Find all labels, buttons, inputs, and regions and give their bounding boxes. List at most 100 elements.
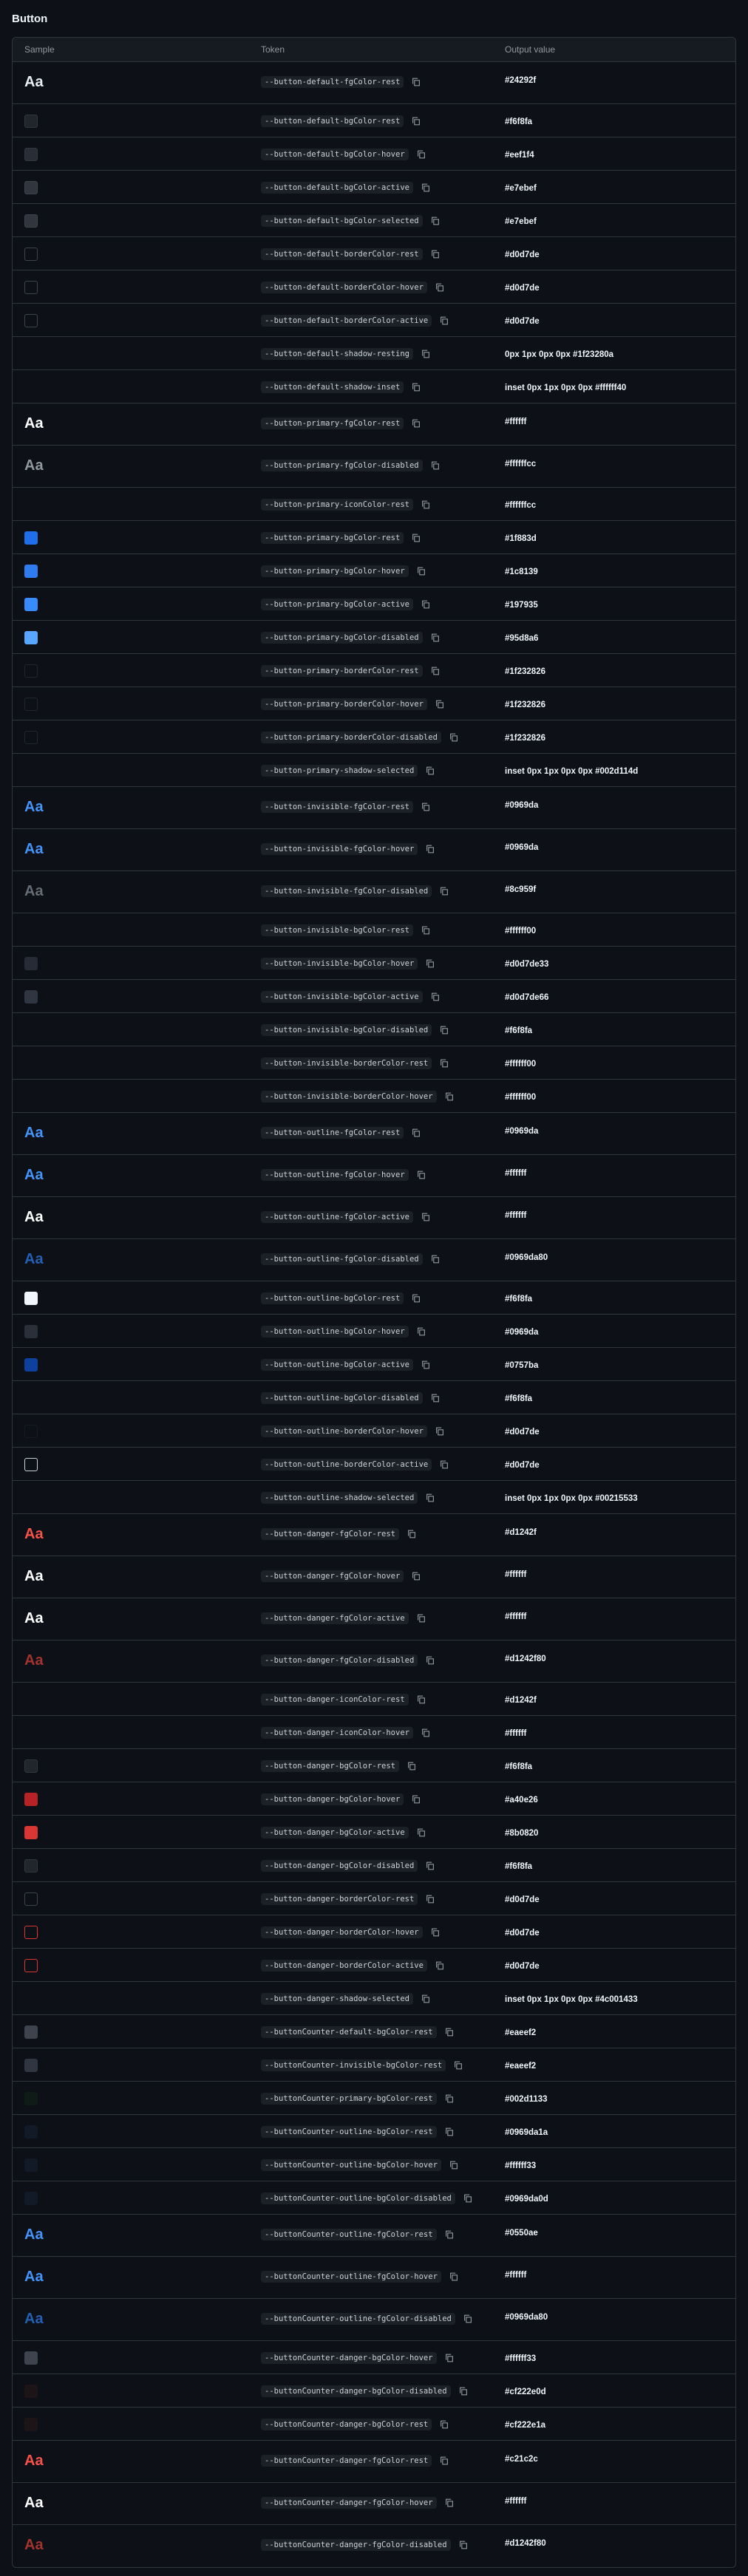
copy-icon[interactable] [421,1728,431,1738]
copy-icon[interactable] [411,382,421,392]
copy-icon[interactable] [425,1861,435,1871]
copy-icon[interactable] [444,2093,455,2104]
copy-icon[interactable] [416,149,426,160]
copy-icon[interactable] [449,732,459,743]
copy-icon[interactable] [421,1212,431,1222]
copy-icon[interactable] [425,1894,435,1904]
copy-icon[interactable] [407,1761,417,1771]
copy-icon[interactable] [439,1058,449,1069]
copy-icon[interactable] [449,2272,459,2282]
copy-icon[interactable] [430,249,441,259]
copy-icon[interactable] [444,2127,455,2137]
copy-icon[interactable] [421,349,431,359]
copy-icon[interactable] [444,1091,455,1102]
copy-icon[interactable] [416,1827,426,1838]
sample-text: Aa [24,2269,44,2285]
token-cell: --button-danger-iconColor-hover [249,1716,493,1740]
copy-icon[interactable] [435,282,445,293]
copy-icon[interactable] [421,1994,431,2004]
copy-icon[interactable] [430,1254,441,1264]
copy-icon[interactable] [430,460,441,471]
output-cell: #1f232826 [493,720,735,744]
copy-icon[interactable] [416,1326,426,1337]
copy-icon[interactable] [430,1393,441,1403]
copy-icon[interactable] [430,1927,441,1938]
color-swatch [24,1793,38,1806]
table-row: --button-outline-borderColor-active #d0d7… [13,1448,735,1481]
copy-icon[interactable] [430,666,441,676]
copy-icon[interactable] [430,633,441,643]
copy-icon[interactable] [416,1613,426,1623]
copy-icon[interactable] [444,2353,455,2363]
copy-icon[interactable] [435,1960,445,1971]
copy-icon[interactable] [430,216,441,226]
output-value: inset 0px 1px 0px 0px #4c001433 [505,1995,638,2004]
copy-icon[interactable] [411,418,421,429]
copy-icon[interactable] [416,1694,426,1705]
copy-icon[interactable] [435,1426,445,1437]
sample-cell: Aa [13,403,249,432]
copy-icon[interactable] [411,1128,421,1138]
copy-icon[interactable] [411,77,421,87]
copy-icon[interactable] [439,1459,449,1470]
output-cell: #ffffff [493,2257,735,2281]
copy-icon[interactable] [416,1170,426,1180]
token-name: --button-danger-bgColor-disabled [261,1859,418,1872]
copy-icon[interactable] [421,925,431,936]
copy-icon[interactable] [435,699,445,709]
copy-icon[interactable] [444,2229,455,2240]
copy-icon[interactable] [453,2060,463,2071]
copy-icon[interactable] [421,500,431,510]
token-name: --buttonCounter-outline-bgColor-rest [261,2125,437,2138]
copy-icon[interactable] [439,2419,449,2430]
copy-icon[interactable] [411,1293,421,1304]
output-value: #0969da [505,1328,539,1337]
token-name: --button-default-fgColor-rest [261,75,404,88]
copy-icon[interactable] [411,116,421,126]
token-name: --buttonCounter-danger-fgColor-disabled [261,2538,451,2551]
color-swatch [24,115,38,128]
copy-icon[interactable] [458,2386,469,2396]
token-cell: --button-default-borderColor-hover [249,270,493,294]
copy-icon[interactable] [425,1655,435,1666]
copy-icon[interactable] [425,958,435,969]
copy-icon[interactable] [421,183,431,193]
sample-cell [13,1046,249,1057]
copy-icon[interactable] [463,2193,473,2204]
output-cell: #0969da80 [493,2299,735,2323]
copy-icon[interactable] [421,1360,431,1370]
copy-icon[interactable] [425,844,435,854]
copy-icon[interactable] [425,766,435,776]
copy-icon[interactable] [439,1025,449,1035]
token-name: --buttonCounter-default-bgColor-rest [261,2025,437,2038]
copy-icon[interactable] [430,992,441,1002]
sample-cell: Aa [13,871,249,899]
copy-icon[interactable] [444,2498,455,2508]
copy-icon[interactable] [439,316,449,326]
copy-icon[interactable] [416,566,426,576]
copy-icon[interactable] [407,1529,417,1539]
color-swatch [24,1325,38,1338]
table-row: Aa --button-primary-fgColor-rest #ffffff [13,403,735,446]
copy-icon[interactable] [421,802,431,812]
sample-cell [13,1414,249,1442]
copy-icon[interactable] [449,2160,459,2170]
output-cell: #c21c2c [493,2441,735,2465]
sample-text: Aa [24,1251,44,1267]
copy-icon[interactable] [421,599,431,610]
copy-icon[interactable] [425,1493,435,1503]
copy-icon[interactable] [458,2540,469,2550]
copy-icon[interactable] [439,886,449,896]
color-swatch [24,2158,38,2172]
token-name: --button-outline-bgColor-disabled [261,1391,423,1404]
sample-cell [13,654,249,681]
output-value: #d0d7de [505,251,540,259]
sample-cell [13,1716,249,1726]
copy-icon[interactable] [439,2456,449,2466]
copy-icon[interactable] [444,2027,455,2037]
copy-icon[interactable] [411,1794,421,1805]
copy-icon[interactable] [411,1571,421,1581]
table-row: Aa --button-invisible-fgColor-rest #0969da [13,787,735,829]
copy-icon[interactable] [463,2314,473,2324]
copy-icon[interactable] [411,533,421,543]
